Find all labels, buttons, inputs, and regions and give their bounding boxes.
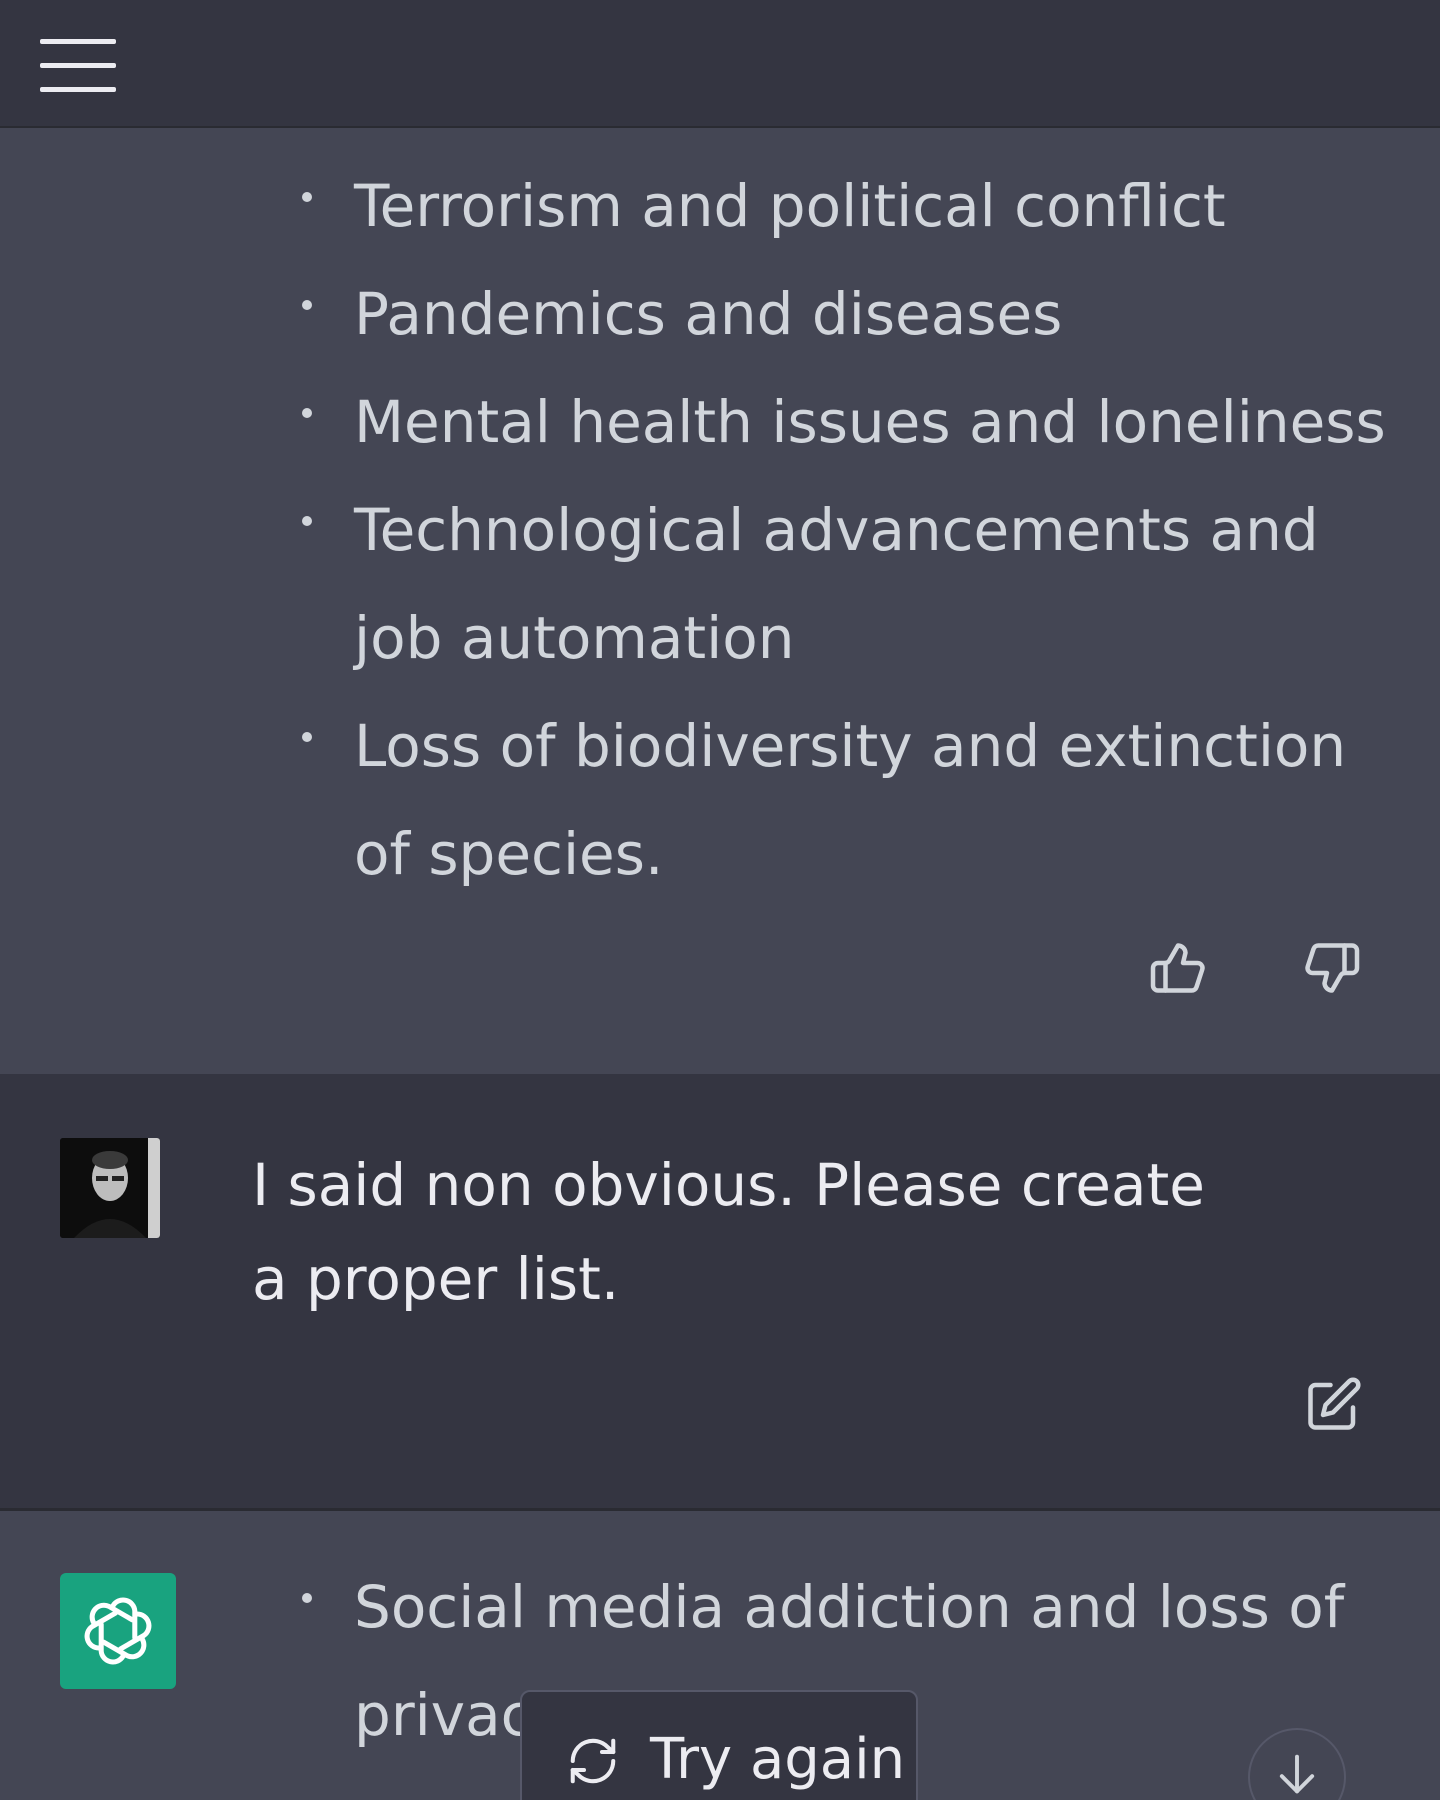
chat-page: Terrorism and political conflict Pandemi… [0,0,1440,1800]
arrow-down-icon [1279,1754,1315,1794]
list-item: Technological advancements and job autom… [290,476,1400,692]
list-item: Loss of biodiversity and extinction of s… [290,692,1400,908]
refresh-icon [570,1738,616,1784]
try-again-label: Try again [650,1727,906,1792]
thumbs-down-icon[interactable] [1296,932,1368,1004]
list-item: Mental health issues and loneliness [290,368,1400,476]
list-item: Terrorism and political conflict [290,152,1400,260]
thumbs-up-icon[interactable] [1142,932,1214,1004]
assistant-bullet-list: Terrorism and political conflict Pandemi… [290,152,1400,908]
list-item: Pandemics and diseases [290,260,1400,368]
assistant-message: Terrorism and political conflict Pandemi… [0,128,1440,1074]
top-bar [0,0,1440,128]
try-again-button[interactable]: Try again [520,1690,918,1800]
user-message-text: I said non obvious. Please create a prop… [252,1151,1205,1313]
user-avatar [60,1138,160,1238]
user-message: I said non obvious. Please create a prop… [0,1074,1440,1508]
openai-logo-icon [60,1573,176,1689]
edit-icon[interactable] [1298,1370,1368,1440]
hamburger-menu-icon[interactable] [40,20,130,110]
